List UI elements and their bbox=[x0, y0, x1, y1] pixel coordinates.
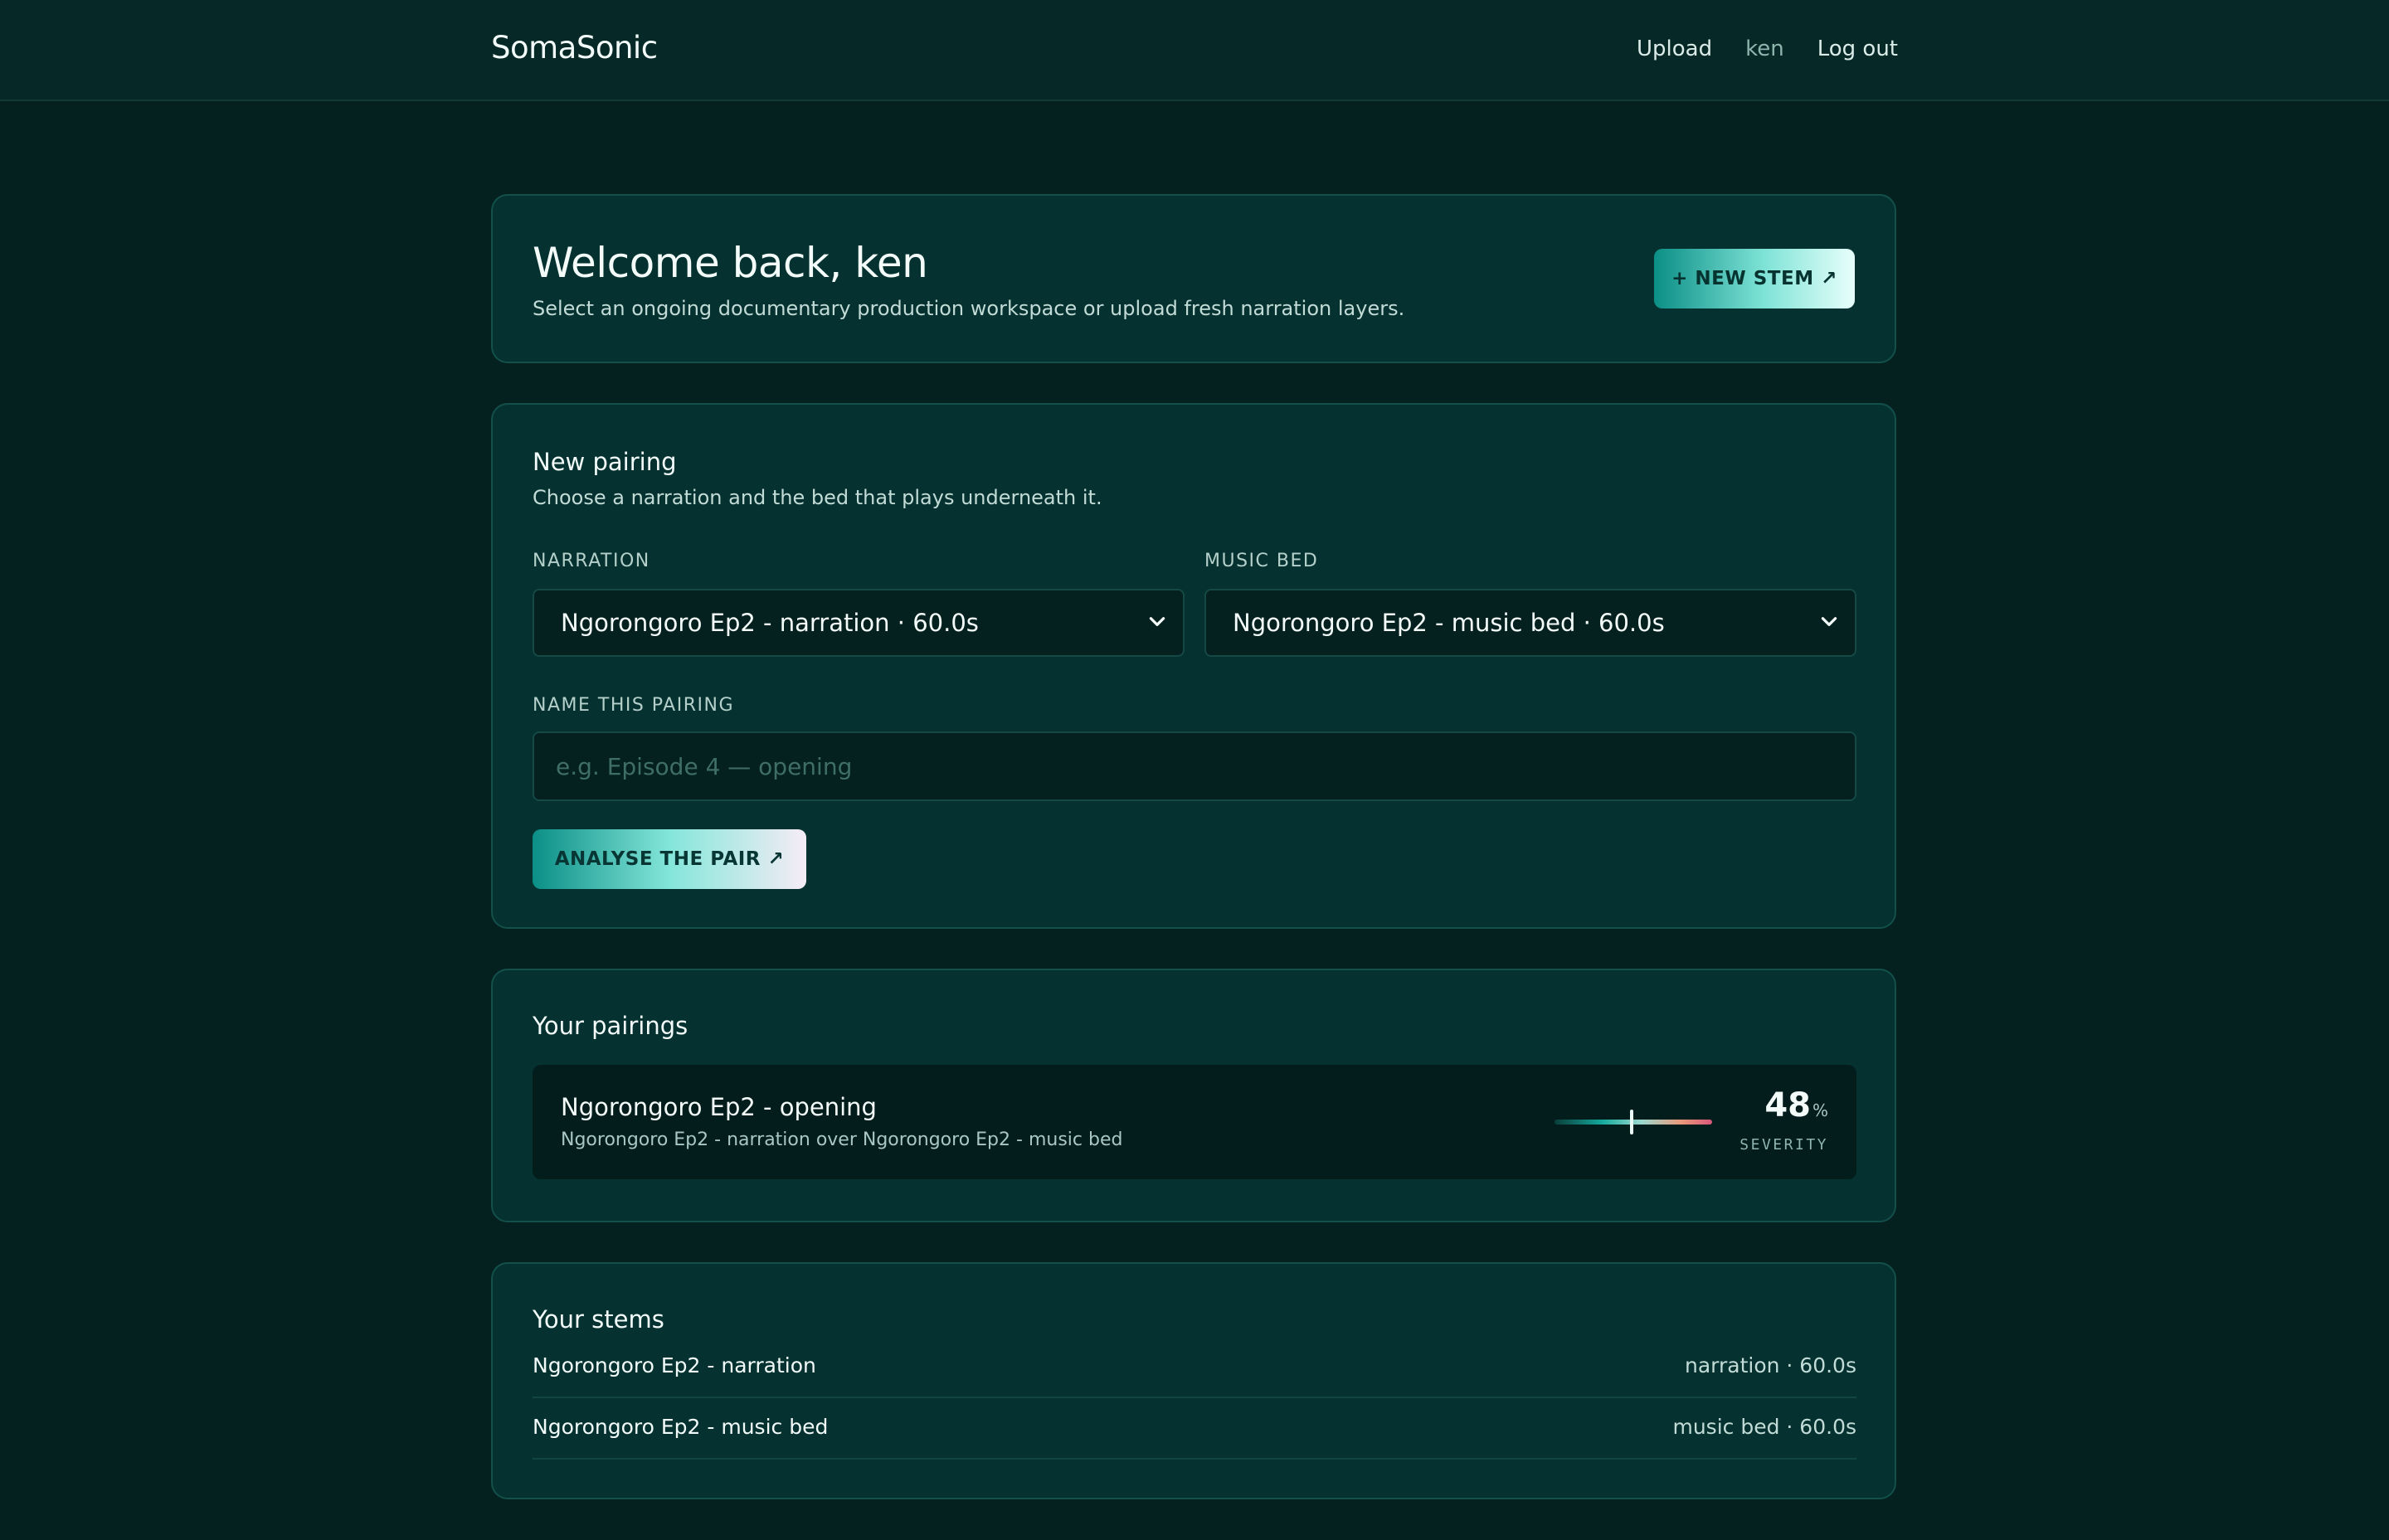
nav-username: ken bbox=[1745, 36, 1784, 61]
stem-name: Ngorongoro Ep2 - narration bbox=[533, 1353, 816, 1377]
severity-meter bbox=[1555, 1120, 1712, 1125]
stems-card: Your stems Ngorongoro Ep2 - narration na… bbox=[491, 1262, 1896, 1499]
pairing-name-label: NAME THIS PAIRING bbox=[533, 695, 734, 716]
severity-number: 48 bbox=[1764, 1086, 1811, 1125]
chevron-down-icon bbox=[1821, 617, 1837, 626]
new-pairing-card: New pairing Choose a narration and the b… bbox=[491, 403, 1896, 929]
new-pairing-subtitle: Choose a narration and the bed that play… bbox=[533, 486, 1102, 509]
severity-label: SEVERITY bbox=[1739, 1136, 1828, 1154]
stems-title: Your stems bbox=[533, 1305, 664, 1334]
music-bed-select[interactable]: Ngorongoro Ep2 - music bed · 60.0s bbox=[1204, 589, 1856, 657]
chevron-down-icon bbox=[1149, 617, 1165, 626]
severity-value: 48% bbox=[1764, 1086, 1828, 1125]
pairing-row[interactable]: Ngorongoro Ep2 - opening Ngorongoro Ep2 … bbox=[533, 1065, 1856, 1179]
stem-meta: narration · 60.0s bbox=[1684, 1353, 1856, 1377]
pairing-detail: Ngorongoro Ep2 - narration over Ngorongo… bbox=[561, 1129, 1123, 1150]
new-pairing-title: New pairing bbox=[533, 448, 677, 476]
brand-logo[interactable]: SomaSonic bbox=[491, 30, 658, 66]
welcome-subtitle: Select an ongoing documentary production… bbox=[533, 297, 1405, 320]
new-stem-button[interactable]: + NEW STEM ↗ bbox=[1654, 249, 1855, 308]
top-navbar: SomaSonic Upload ken Log out bbox=[0, 0, 2389, 101]
stem-row[interactable]: Ngorongoro Ep2 - music bed music bed · 6… bbox=[533, 1397, 1856, 1460]
pairing-name-input[interactable]: e.g. Episode 4 — opening bbox=[533, 731, 1856, 801]
welcome-title: Welcome back, ken bbox=[533, 239, 928, 287]
welcome-card: Welcome back, ken Select an ongoing docu… bbox=[491, 194, 1896, 363]
analyse-pair-button[interactable]: ANALYSE THE PAIR ↗ bbox=[533, 829, 806, 889]
pairing-name: Ngorongoro Ep2 - opening bbox=[561, 1093, 877, 1121]
narration-label: NARRATION bbox=[533, 551, 650, 571]
pairings-card: Your pairings Ngorongoro Ep2 - opening N… bbox=[491, 969, 1896, 1222]
pairings-title: Your pairings bbox=[533, 1012, 688, 1040]
narration-selected-value: Ngorongoro Ep2 - narration · 60.0s bbox=[561, 609, 979, 637]
narration-select[interactable]: Ngorongoro Ep2 - narration · 60.0s bbox=[533, 589, 1185, 657]
stem-row[interactable]: Ngorongoro Ep2 - narration narration · 6… bbox=[533, 1335, 1856, 1398]
severity-marker bbox=[1630, 1110, 1633, 1134]
nav-upload-link[interactable]: Upload bbox=[1637, 36, 1712, 61]
stem-meta: music bed · 60.0s bbox=[1672, 1415, 1856, 1439]
severity-unit: % bbox=[1812, 1100, 1828, 1120]
music-bed-label: MUSIC BED bbox=[1204, 551, 1319, 571]
pairing-name-placeholder: e.g. Episode 4 — opening bbox=[556, 753, 853, 780]
stem-name: Ngorongoro Ep2 - music bed bbox=[533, 1415, 829, 1439]
nav-links: Upload ken Log out bbox=[1637, 36, 1898, 61]
music-bed-selected-value: Ngorongoro Ep2 - music bed · 60.0s bbox=[1233, 609, 1665, 637]
nav-logout-link[interactable]: Log out bbox=[1817, 36, 1898, 61]
